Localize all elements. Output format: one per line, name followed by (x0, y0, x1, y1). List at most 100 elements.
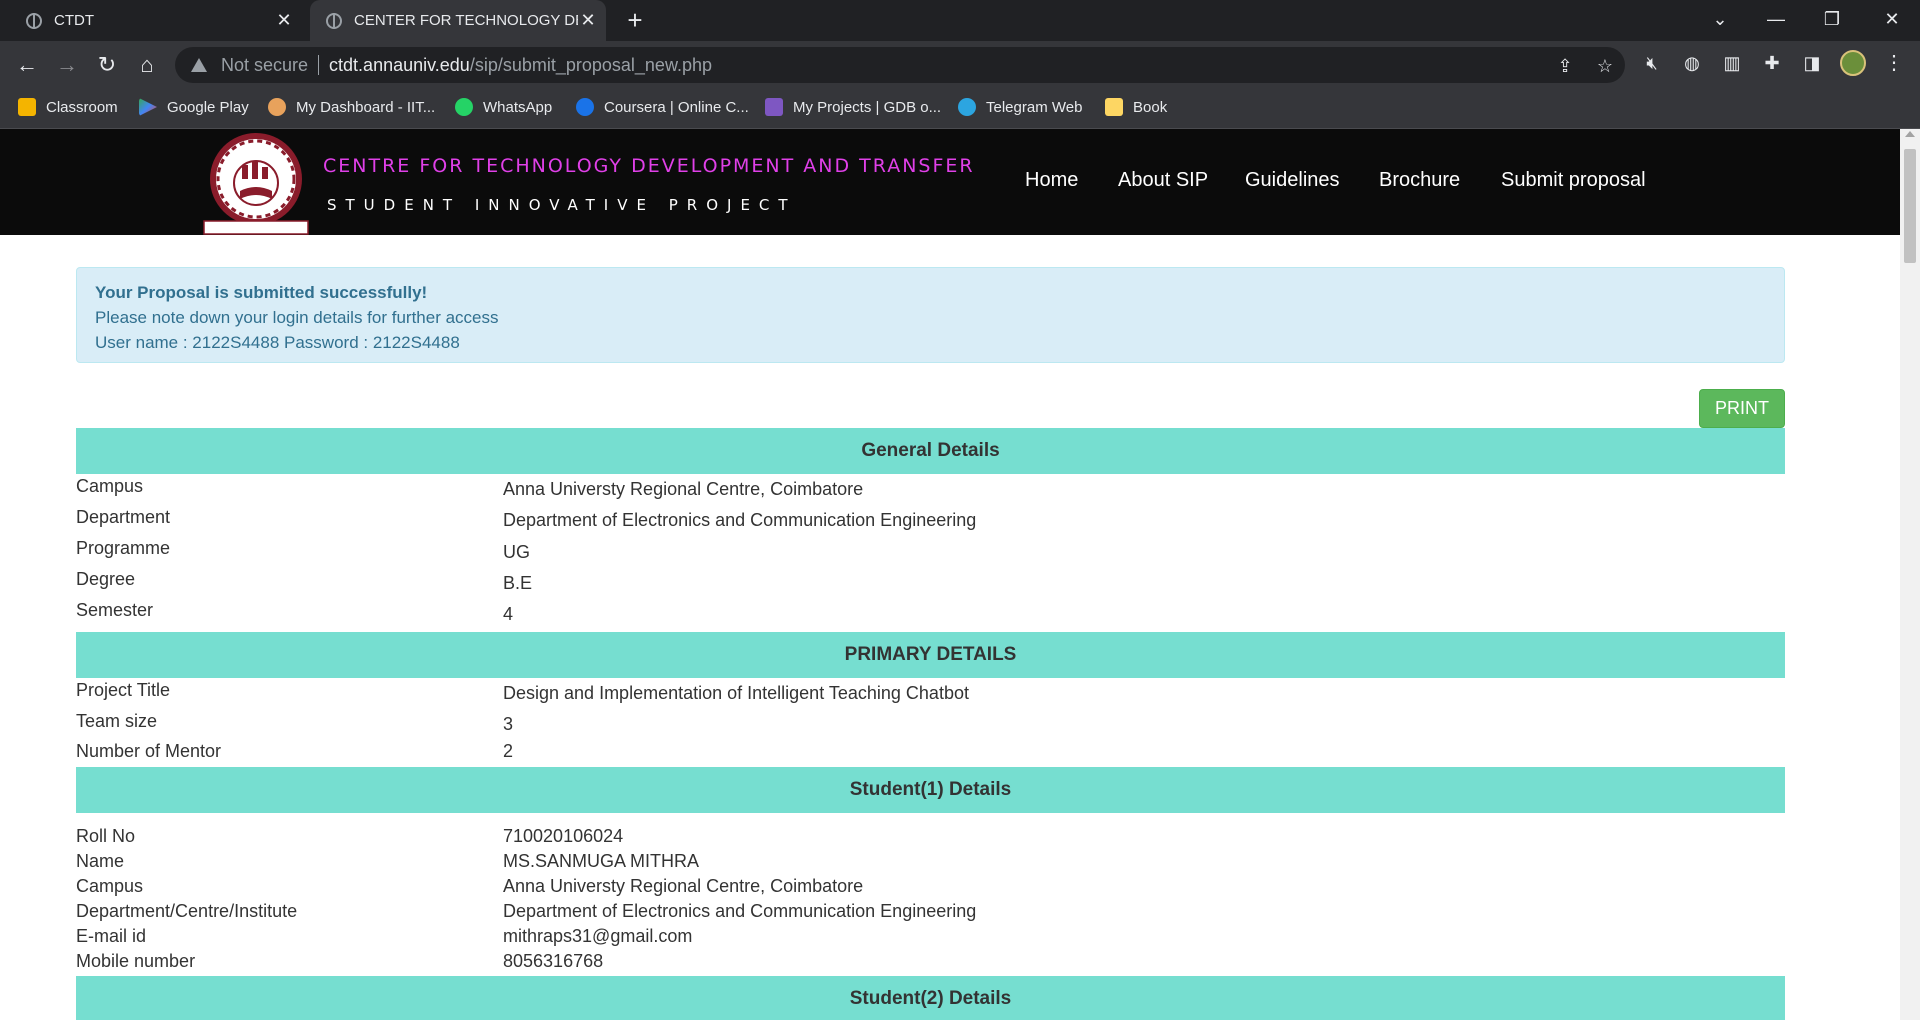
label-name: Name (76, 851, 125, 871)
tab-search-icon[interactable]: ⌄ (1692, 0, 1748, 41)
value-project-title: Design and Implementation of Intelligent… (503, 683, 969, 703)
section-primary-details: PRIMARY DETAILS (76, 632, 1785, 678)
bookmark-whatsapp[interactable]: WhatsApp (455, 89, 552, 125)
bookmark-label: Book (1133, 98, 1168, 116)
bookmark-label: Coursera | Online C... (604, 98, 749, 116)
url-host: ctdt.annauniv.edu (329, 54, 470, 75)
reader-icon[interactable]: ▥ (1720, 51, 1744, 75)
value-mobile: 8056316768 (503, 951, 604, 971)
value-semester: 4 (503, 604, 514, 624)
site-header: CENTRE FOR TECHNOLOGY DEVELOPMENT AND TR… (0, 129, 1900, 235)
globe-icon (326, 12, 342, 29)
bookmark-label: Classroom (46, 98, 118, 116)
bookmark-dashboard[interactable]: My Dashboard - IIT... (268, 89, 435, 125)
bookmark-label: My Dashboard - IIT... (296, 98, 436, 116)
nav-submit-proposal[interactable]: Submit proposal (1501, 169, 1646, 192)
scroll-up-arrow-icon[interactable] (1905, 131, 1915, 137)
bookmark-google-play[interactable]: Google Play (139, 89, 249, 125)
label-team-size: Team size (76, 711, 158, 731)
tab-title: CENTER FOR TECHNOLOGY DEVE (354, 12, 578, 29)
value-department-centre: Department of Electronics and Communicat… (503, 901, 977, 921)
label-campus: Campus (76, 476, 144, 496)
star-icon[interactable]: ☆ (1594, 55, 1616, 77)
login-credentials: User name : 2122S4488 Password : 2122S44… (95, 333, 460, 352)
new-tab-button[interactable]: + (620, 6, 650, 36)
value-email: mithraps31@gmail.com (503, 926, 693, 946)
nav-guidelines[interactable]: Guidelines (1245, 169, 1340, 192)
print-button[interactable]: PRINT (1699, 389, 1785, 428)
mute-icon[interactable]: 🔇︎ (1640, 51, 1664, 75)
back-arrow-icon[interactable]: ← (13, 51, 41, 79)
value-campus: Anna Universty Regional Centre, Coimbato… (503, 479, 864, 499)
google-play-icon (139, 98, 157, 116)
globe-icon (26, 12, 42, 29)
value-name: MS.SANMUGA MITHRA (503, 851, 700, 871)
tab-title: CTDT (54, 12, 94, 29)
bookmark-classroom[interactable]: Classroom (18, 89, 118, 125)
coursera-icon (576, 98, 594, 116)
bookmarks-bar: Classroom Google Play My Dashboard - IIT… (0, 89, 1920, 129)
nav-brochure[interactable]: Brochure (1379, 169, 1460, 192)
page-scrollbar[interactable] (1900, 129, 1920, 1020)
whatsapp-icon (455, 98, 473, 116)
alert-heading: Your Proposal is submitted successfully! (95, 283, 428, 302)
label-roll-no: Roll No (76, 826, 136, 846)
label-mobile: Mobile number (76, 951, 196, 971)
reload-icon[interactable]: ↻ (93, 51, 121, 79)
home-icon[interactable]: ⌂ (133, 51, 161, 79)
bookmark-telegram[interactable]: Telegram Web (958, 89, 1082, 125)
bookmark-gdb[interactable]: My Projects | GDB o... (765, 89, 941, 125)
section-student-1-details: Student(1) Details (76, 767, 1785, 813)
extensions-puzzle-icon[interactable]: ✚ (1760, 51, 1784, 75)
site-title: CENTRE FOR TECHNOLOGY DEVELOPMENT AND TR… (323, 155, 975, 177)
bookmark-book[interactable]: Book (1105, 89, 1167, 125)
address-bar[interactable]: Not secure ctdt.annauniv.edu/sip/submit_… (175, 47, 1625, 83)
bookmark-label: Telegram Web (986, 98, 1083, 116)
label-project-title: Project Title (76, 680, 171, 700)
browser-tab-ctdt[interactable]: CTDT ✕ (14, 0, 302, 41)
alert-message: Please note down your login details for … (95, 308, 499, 327)
vpn-globe-icon[interactable]: ◍ (1680, 51, 1704, 75)
section-student-2-details: Student(2) Details (76, 976, 1785, 1020)
bookmark-label: My Projects | GDB o... (793, 98, 942, 116)
gdb-icon (765, 98, 783, 116)
value-student-campus: Anna Universty Regional Centre, Coimbato… (503, 876, 864, 896)
share-icon[interactable]: ⇪ (1554, 55, 1576, 77)
nav-about-sip[interactable]: About SIP (1118, 169, 1208, 192)
classroom-icon (18, 98, 36, 116)
url-path: /sip/submit_proposal_new.php (469, 54, 712, 75)
nav-home[interactable]: Home (1025, 169, 1078, 192)
forward-arrow-icon[interactable]: → (53, 51, 81, 79)
window-close-icon[interactable]: ✕ (1864, 0, 1920, 41)
profile-avatar[interactable] (1840, 50, 1866, 76)
minimize-icon[interactable]: — (1748, 0, 1804, 41)
label-semester: Semester (76, 600, 154, 620)
label-student-campus: Campus (76, 876, 144, 896)
label-department: Department (76, 507, 171, 527)
label-number-of-mentor: Number of Mentor (76, 741, 222, 761)
security-status: Not secure (221, 54, 309, 75)
label-department-centre: Department/Centre/Institute (76, 901, 298, 921)
section-general-details: General Details (76, 428, 1785, 474)
browser-tab-active[interactable]: CENTER FOR TECHNOLOGY DEVE ✕ (310, 0, 606, 41)
value-programme: UG (503, 542, 530, 562)
kebab-menu-icon[interactable]: ⋮ (1884, 50, 1904, 76)
close-icon[interactable]: ✕ (274, 10, 294, 31)
browser-tab-strip: CTDT ✕ CENTER FOR TECHNOLOGY DEVE ✕ + ⌄ … (0, 0, 1920, 41)
side-panel-icon[interactable]: ◨ (1800, 51, 1824, 75)
value-department: Department of Electronics and Communicat… (503, 510, 977, 530)
bookmark-coursera[interactable]: Coursera | Online C... (576, 89, 749, 125)
scrollbar-thumb[interactable] (1904, 149, 1916, 263)
value-number-of-mentor: 2 (503, 741, 514, 761)
bookmark-label: WhatsApp (483, 98, 553, 116)
bookmark-label: Google Play (167, 98, 249, 116)
restore-icon[interactable]: ❐ (1804, 0, 1860, 41)
site-subtitle: STUDENT INNOVATIVE PROJECT (327, 196, 797, 214)
label-degree: Degree (76, 569, 136, 589)
folder-icon (1105, 98, 1123, 116)
close-icon[interactable]: ✕ (578, 10, 598, 31)
label-programme: Programme (76, 538, 171, 558)
value-team-size: 3 (503, 714, 514, 734)
web-page: CENTRE FOR TECHNOLOGY DEVELOPMENT AND TR… (0, 129, 1920, 1020)
label-email: E-mail id (76, 926, 147, 946)
